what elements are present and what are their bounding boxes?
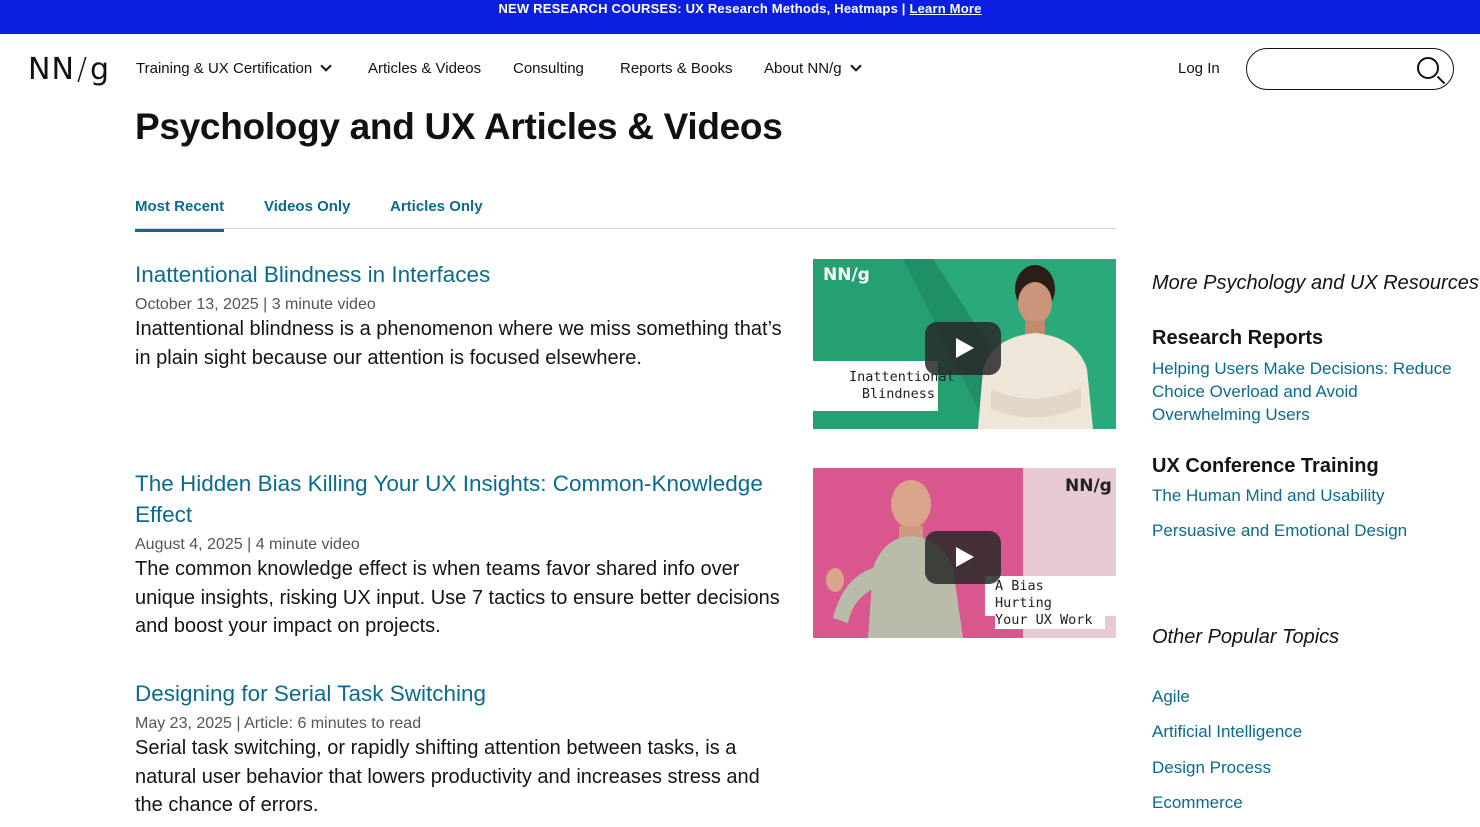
article-title-link[interactable]: Designing for Serial Task Switching	[135, 678, 785, 709]
sidebar-reports-heading: Research Reports	[1152, 327, 1324, 349]
thumbnail-caption: A Bias Hurting Your UX Work	[995, 578, 1105, 629]
search-input[interactable]	[1261, 57, 1401, 81]
article-title-link[interactable]: The Hidden Bias Killing Your UX Insights…	[135, 468, 785, 530]
article-description: The common knowledge effect is when team…	[135, 558, 780, 637]
article-meta: August 4, 2025 | 4 minute video	[135, 536, 360, 553]
nng-logo[interactable]: NN/g	[28, 52, 110, 87]
play-icon[interactable]	[925, 531, 1001, 584]
nav-reports-books[interactable]: Reports & Books	[620, 60, 733, 77]
tab-videos-only[interactable]: Videos Only	[264, 198, 350, 215]
sidebar-training-link[interactable]: The Human Mind and Usability	[1152, 484, 1452, 507]
sidebar-topic-link[interactable]: Design Process	[1152, 756, 1452, 779]
article-meta: May 23, 2025 | Article: 6 minutes to rea…	[135, 715, 422, 732]
nav-consulting[interactable]: Consulting	[513, 60, 584, 77]
article-description: Serial task switching, or rapidly shifti…	[135, 737, 760, 816]
thumbnail-caption: Inattentional Blindness	[849, 369, 955, 403]
chevron-down-icon	[849, 60, 862, 72]
nav-articles-videos[interactable]: Articles & Videos	[368, 60, 481, 77]
search-box[interactable]	[1246, 48, 1454, 90]
tab-articles-only[interactable]: Articles Only	[390, 198, 483, 215]
sidebar-topic-link[interactable]: Agile	[1152, 685, 1452, 708]
tab-most-recent[interactable]: Most Recent	[135, 198, 225, 232]
content-filter-tabs: Most Recent Videos Only Articles Only	[135, 196, 1116, 232]
article-title-link[interactable]: Inattentional Blindness in Interfaces	[135, 259, 785, 290]
login-link[interactable]: Log In	[1178, 60, 1220, 77]
video-thumbnail[interactable]: NN/g A Bias Hurting Your UX Work	[813, 468, 1116, 638]
play-icon[interactable]	[925, 322, 1001, 375]
top-navigation: NN/g Training & UX Certification Article…	[0, 34, 1480, 104]
nav-training[interactable]: Training & UX Certification	[136, 60, 332, 77]
article-description: Inattentional blindness is a phenomenon …	[135, 318, 782, 369]
video-thumbnail[interactable]: NN/g Inattentional Blindness	[813, 259, 1116, 429]
banner-learn-more-link[interactable]: Learn More	[909, 1, 981, 16]
thumbnail-brand: NN/g	[823, 265, 870, 285]
article-meta: October 13, 2025 | 3 minute video	[135, 296, 376, 313]
sidebar-training-heading: UX Conference Training	[1152, 455, 1379, 477]
nav-about[interactable]: About NN/g	[764, 60, 862, 77]
announcement-banner: NEW RESEARCH COURSES: UX Research Method…	[0, 0, 1480, 34]
article-item: Designing for Serial Task Switching May …	[135, 678, 785, 820]
sidebar-training-link[interactable]: Persuasive and Emotional Design	[1152, 519, 1452, 542]
thumbnail-brand: NN/g	[1065, 476, 1112, 496]
chevron-down-icon	[320, 60, 332, 72]
page-title: Psychology and UX Articles & Videos	[135, 106, 783, 147]
sidebar-topics-heading: Other Popular Topics	[1152, 626, 1340, 648]
banner-text: NEW RESEARCH COURSES: UX Research Method…	[498, 1, 910, 16]
sidebar-topic-link[interactable]: Ecommerce	[1152, 791, 1452, 814]
search-icon[interactable]	[1417, 57, 1439, 79]
article-item: The Hidden Bias Killing Your UX Insights…	[135, 468, 785, 641]
sidebar-topic-link[interactable]: Artificial Intelligence	[1152, 720, 1452, 743]
sidebar-report-link[interactable]: Helping Users Make Decisions: Reduce Cho…	[1152, 357, 1452, 426]
article-item: Inattentional Blindness in Interfaces Oc…	[135, 259, 785, 372]
sidebar-resources-heading: More Psychology and UX Resources	[1152, 272, 1479, 294]
